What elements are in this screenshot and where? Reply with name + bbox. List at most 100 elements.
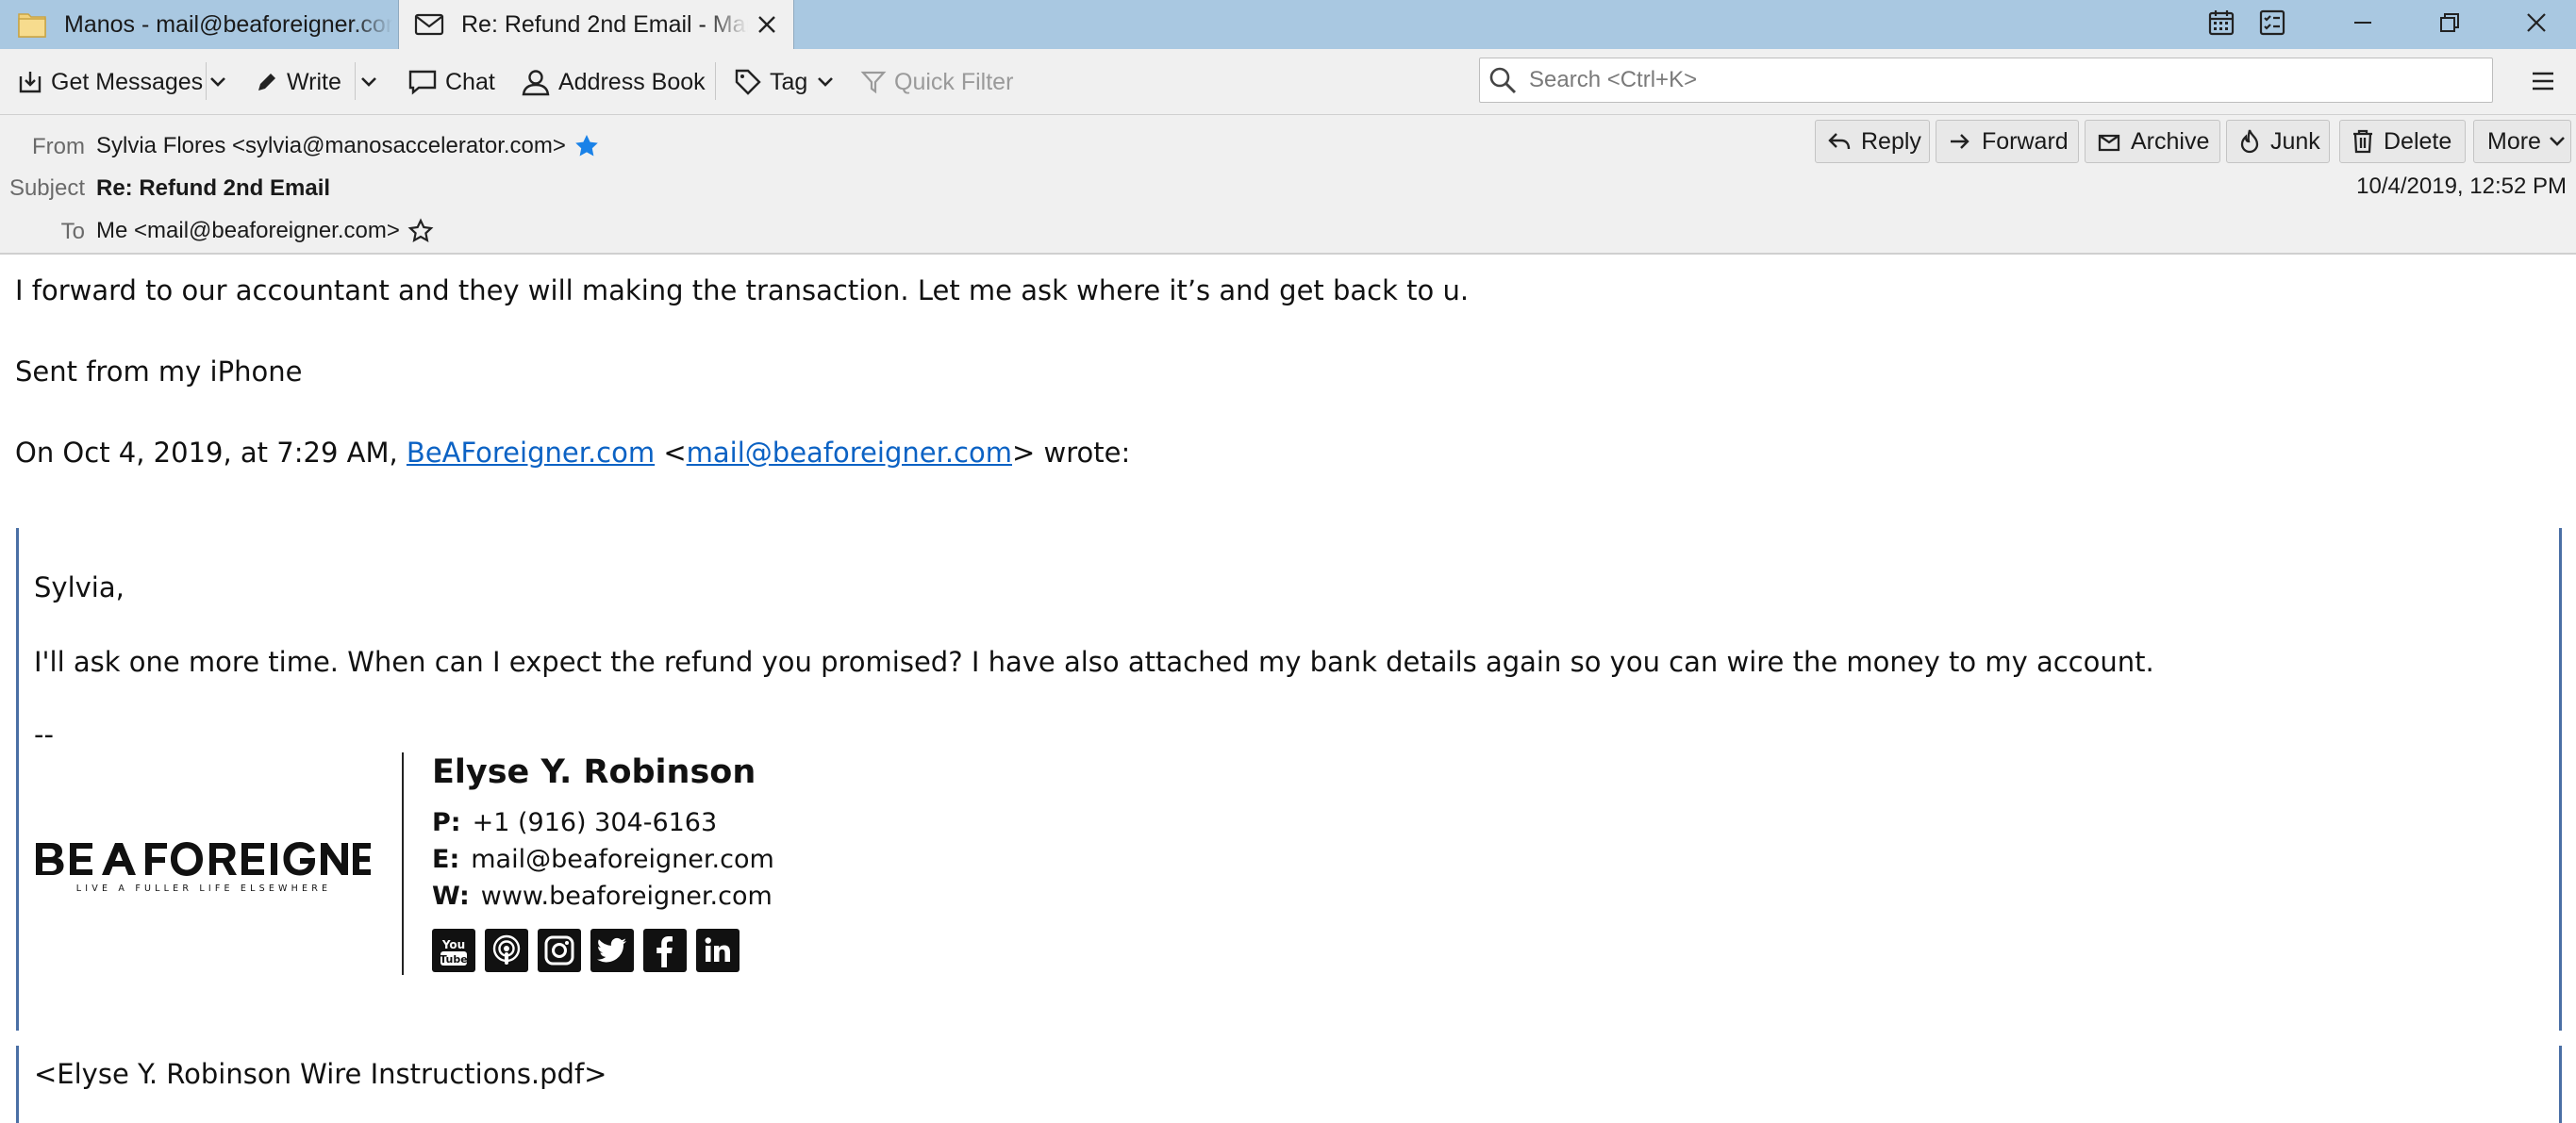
get-messages-label: Get Messages <box>51 68 204 95</box>
filter-icon <box>860 71 887 94</box>
tag-icon <box>735 69 761 95</box>
to-label: To <box>60 219 85 244</box>
calendar-button[interactable] <box>2200 0 2243 45</box>
window-close-button[interactable] <box>2513 0 2560 45</box>
quote-bar-left <box>16 1046 19 1123</box>
pencil-icon <box>258 74 275 91</box>
junk-button[interactable]: Junk <box>2226 120 2330 163</box>
junk-label: Junk <box>2270 127 2320 155</box>
message-header: From Sylvia Flores <sylvia@manosaccelera… <box>0 115 2576 255</box>
archive-button[interactable]: Archive <box>2085 120 2220 163</box>
attribution-prefix: On Oct 4, 2019, at 7:29 AM, <box>15 437 407 469</box>
quote-greeting: Sylvia, <box>34 571 125 603</box>
star-filled-icon[interactable] <box>573 133 600 159</box>
youtube-glyph: You Tube <box>440 938 468 966</box>
reply-icon <box>1828 133 1851 150</box>
forward-arrow-icon <box>1951 134 1969 149</box>
tab-inbox[interactable]: Manos - mail@beaforeigner.com <box>0 0 392 49</box>
signature-email-row: E: mail@beaforeigner.com <box>432 845 774 874</box>
hamburger-menu-icon <box>2533 72 2553 91</box>
main-toolbar: Get Messages Write Chat Address Book Tag <box>0 49 2576 115</box>
write-label: Write <box>287 68 341 95</box>
minimize-button[interactable] <box>2339 0 2386 45</box>
close-icon <box>758 16 775 33</box>
to-value[interactable]: Me <mail@beaforeigner.com> <box>96 218 400 244</box>
facebook-glyph <box>656 936 673 967</box>
signature-web-row: W: www.beaforeigner.com <box>432 882 773 911</box>
quote-bar-right <box>2559 528 2562 1031</box>
chat-label: Chat <box>445 68 495 95</box>
from-field: Sylvia Flores <sylvia@manosaccelerator.c… <box>96 133 600 159</box>
body-paragraph: I forward to our accountant and they wil… <box>15 274 1470 306</box>
tag-label: Tag <box>770 68 808 95</box>
from-value[interactable]: Sylvia Flores <sylvia@manosaccelerator.c… <box>96 133 566 159</box>
facebook-icon[interactable] <box>643 929 687 972</box>
address-book-label: Address Book <box>558 68 706 95</box>
from-label: From <box>32 134 85 159</box>
more-button[interactable]: More <box>2473 120 2571 163</box>
close-icon <box>2527 13 2546 32</box>
search-input[interactable] <box>1527 66 2380 94</box>
forward-label: Forward <box>1982 127 2069 155</box>
archive-icon <box>2098 134 2120 152</box>
instagram-icon[interactable] <box>538 929 581 972</box>
download-icon <box>19 72 42 93</box>
restore-button[interactable] <box>2426 0 2473 45</box>
tasks-button[interactable] <box>2251 0 2294 45</box>
linkedin-glyph <box>705 937 730 962</box>
envelope-icon <box>414 13 444 36</box>
chat-button[interactable]: Chat <box>407 58 495 106</box>
toolbar-divider <box>206 62 207 100</box>
chevron-down-icon <box>818 77 834 87</box>
quick-filter-button[interactable]: Quick Filter <box>860 58 1013 106</box>
quote-attribution: On Oct 4, 2019, at 7:29 AM, BeAForeigner… <box>15 437 1130 469</box>
write-button[interactable]: Write <box>255 58 341 106</box>
signature-phone-row: P: +1 (916) 304-6163 <box>432 808 717 837</box>
toolbar-divider <box>355 62 356 100</box>
get-messages-dropdown[interactable] <box>209 58 234 106</box>
tab-close-button[interactable] <box>748 6 786 43</box>
tab-message[interactable]: Re: Refund 2nd Email - Manos <box>398 0 794 49</box>
instagram-glyph <box>544 935 574 966</box>
write-dropdown[interactable] <box>360 58 385 106</box>
tab-title: Manos - mail@beaforeigner.com <box>64 10 392 38</box>
twitter-icon[interactable] <box>590 929 634 972</box>
email-link[interactable]: mail@beaforeigner.com <box>687 437 1012 469</box>
address-book-button[interactable]: Address Book <box>521 58 706 106</box>
star-outline-icon[interactable] <box>407 218 434 244</box>
to-field: Me <mail@beaforeigner.com> <box>96 218 434 244</box>
attribution-suffix: > wrote: <box>1012 437 1131 469</box>
quick-filter-label: Quick Filter <box>894 68 1014 95</box>
web-label: W: <box>432 882 470 911</box>
reply-label: Reply <box>1861 127 1921 155</box>
signature-name: Elyse Y. Robinson <box>432 753 756 791</box>
web-value[interactable]: www.beaforeigner.com <box>481 882 773 911</box>
email-value[interactable]: mail@beaforeigner.com <box>471 845 774 874</box>
linkedin-icon[interactable] <box>696 929 740 972</box>
tag-button[interactable]: Tag <box>734 58 841 106</box>
search-box[interactable] <box>1479 58 2493 103</box>
quote-bar-right <box>2559 1046 2562 1123</box>
message-date: 10/4/2019, 12:52 PM <box>2356 173 2567 199</box>
chat-icon <box>408 70 437 95</box>
delete-label: Delete <box>2384 127 2452 155</box>
attribution-lt: < <box>655 437 687 469</box>
sent-from-line: Sent from my iPhone <box>15 355 303 388</box>
minimize-icon <box>2354 22 2371 24</box>
podcast-icon[interactable] <box>485 929 528 972</box>
flame-icon <box>2240 129 2259 154</box>
get-messages-button[interactable]: Get Messages <box>17 58 203 106</box>
website-link[interactable]: BeAForeigner.com <box>407 437 655 469</box>
calendar-icon <box>2208 10 2235 36</box>
quote-paragraph: I'll ask one more time. When can I expec… <box>34 646 2154 678</box>
search-icon <box>1489 67 1517 94</box>
reply-button[interactable]: Reply <box>1815 120 1930 163</box>
app-menu-button[interactable] <box>2524 62 2562 100</box>
forward-button[interactable]: Forward <box>1936 120 2079 163</box>
logo-image: LIVE A FULLER LIFE ELSEWHERE <box>36 842 371 894</box>
twitter-glyph <box>597 937 626 963</box>
youtube-icon[interactable]: You Tube <box>432 929 475 972</box>
chevron-down-icon <box>2550 137 2565 146</box>
delete-button[interactable]: Delete <box>2339 120 2466 163</box>
archive-label: Archive <box>2131 127 2210 155</box>
